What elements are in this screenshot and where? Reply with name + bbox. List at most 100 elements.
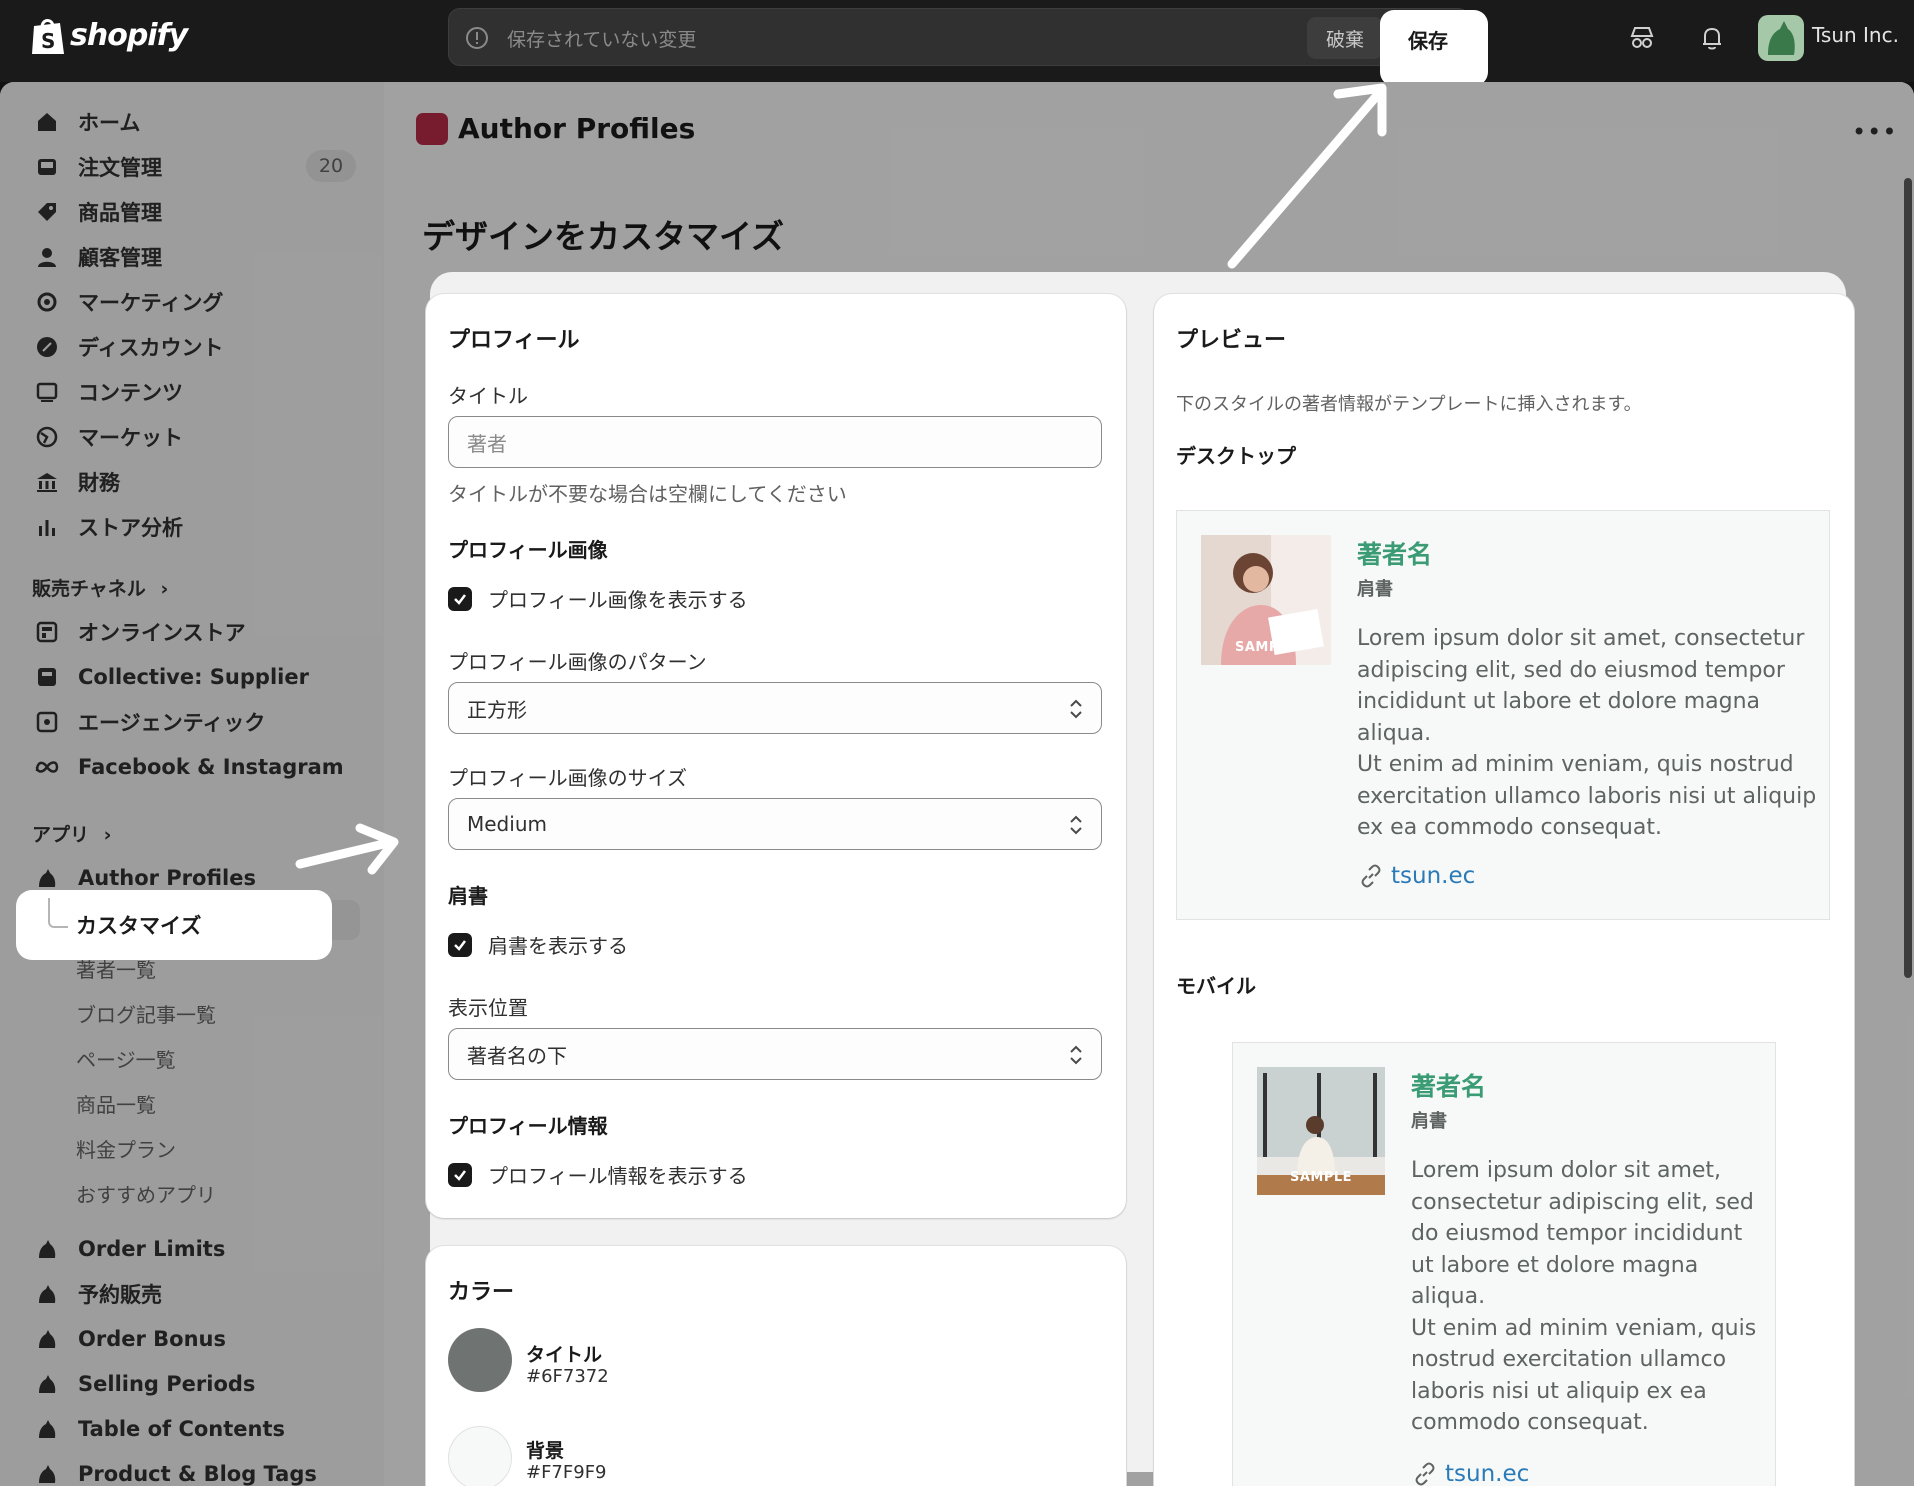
save-button[interactable]: 保存 [1390, 16, 1466, 62]
select-arrows-icon [1070, 1045, 1082, 1065]
title-input[interactable]: 著者 [448, 416, 1102, 468]
app-icon [34, 1461, 60, 1486]
sidebar-item-label: 注文管理 [78, 156, 162, 180]
link-icon [1415, 1462, 1435, 1486]
sidebar-item-label: ホーム [78, 111, 141, 135]
sidebar-subitem-pages[interactable]: ページ一覧 [76, 1044, 176, 1073]
sidebar-item-facebook-instagram[interactable]: Facebook & Instagram [34, 747, 344, 787]
chart-icon [34, 514, 60, 540]
sidebar-subitem-recommended-apps[interactable]: おすすめアプリ [76, 1179, 216, 1208]
profile-card-title: プロフィール [448, 328, 580, 353]
sidebar-item-label: Order Limits [78, 1237, 226, 1261]
store-name[interactable]: Tsun Inc. [1812, 23, 1899, 47]
sidebar-item-products[interactable]: 商品管理 [34, 192, 162, 232]
image-icon [34, 379, 60, 405]
shopify-logo[interactable]: S shopify [30, 14, 188, 56]
sidebar-item-order-limits[interactable]: Order Limits [34, 1229, 225, 1269]
sidebar-item-online-store[interactable]: オンラインストア [34, 612, 246, 652]
bio-line: Ut enim ad minim veniam, quis nostrud [1357, 752, 1794, 777]
discard-button[interactable]: 破棄 [1307, 17, 1383, 59]
scrollbar[interactable] [1904, 178, 1912, 978]
author-photo: SAMPLE [1201, 535, 1331, 665]
globe-icon [34, 424, 60, 450]
page-title: デザインをカスタマイズ [422, 217, 785, 256]
author-bio: Lorem ipsum dolor sit amet, consectetur … [1357, 623, 1817, 844]
show-profile-info-checkbox[interactable]: プロフィール情報を表示する [448, 1160, 748, 1189]
bell-icon[interactable] [1696, 22, 1728, 54]
sidebar-subitem-blog-posts[interactable]: ブログ記事一覧 [76, 999, 216, 1028]
pattern-select[interactable]: 正方形 [448, 682, 1102, 734]
sidebar-subitem-plans[interactable]: 料金プラン [76, 1134, 176, 1163]
store-avatar-icon [1768, 21, 1795, 55]
author-profiles-logo-icon [416, 112, 448, 145]
sidebar-item-analytics[interactable]: ストア分析 [34, 507, 183, 547]
customize-panel: プロフィール タイトル 著者 タイトルが不要な場合は空欄にしてください プロフィ… [426, 272, 1854, 1486]
logo-text: shopify [70, 17, 188, 53]
sidebar-item-table-of-contents[interactable]: Table of Contents [34, 1409, 285, 1449]
sidebar-item-agentic[interactable]: エージェンティック [34, 702, 265, 742]
sidebar-item-orders[interactable]: 注文管理 [34, 147, 162, 187]
author-name: 著者名 [1357, 540, 1433, 569]
sidebar-item-label: Selling Periods [78, 1372, 256, 1396]
app-icon [34, 1281, 60, 1307]
checkbox-label: プロフィール画像を表示する [488, 588, 748, 612]
inbox-icon [34, 154, 60, 180]
author-link[interactable]: tsun.ec [1413, 1461, 1529, 1486]
bio-line: commodo consequat. [1411, 1410, 1649, 1435]
app-icon [34, 1326, 60, 1352]
show-role-checkbox[interactable]: 肩書を表示する [448, 930, 628, 959]
pattern-field-label: プロフィール画像のパターン [448, 650, 707, 674]
sidebar-item-home[interactable]: ホーム [34, 102, 140, 142]
collective-icon [34, 664, 60, 690]
preview-card: プレビュー 下のスタイルの著者情報がテンプレートに挿入されます。 デスクトップ … [1154, 294, 1854, 1486]
home-icon [34, 109, 60, 135]
incognito-icon[interactable] [1626, 22, 1658, 54]
store-icon [34, 619, 60, 645]
sidebar-item-label: Product & Blog Tags [78, 1462, 317, 1486]
role-heading: 肩書 [448, 884, 488, 908]
sidebar-subitem-customize[interactable]: カスタマイズ [16, 890, 332, 960]
checkbox-label: 肩書を表示する [488, 934, 628, 958]
top-bar: S shopify 保存されていない変更 破棄 保存 Tsun Inc. [0, 0, 1914, 86]
avatar[interactable] [1758, 15, 1804, 61]
bio-line: incididunt ut labore et dolore magna [1357, 689, 1761, 714]
sidebar-item-discounts[interactable]: ディスカウント [34, 327, 224, 367]
bio-line: aliqua. [1357, 720, 1432, 746]
size-select[interactable]: Medium [448, 798, 1102, 850]
select-arrows-icon [1070, 699, 1082, 719]
checkbox-checked-icon [448, 586, 472, 611]
sidebar-item-label: マーケティング [78, 291, 224, 315]
chevron-right-icon: › [103, 824, 112, 846]
checkbox-checked-icon [448, 932, 472, 957]
sidebar-item-product-blog-tags[interactable]: Product & Blog Tags [34, 1454, 317, 1486]
bio-line: consectetur adipiscing elit, sed [1411, 1189, 1754, 1215]
bio-line: Lorem ipsum dolor sit amet, [1411, 1158, 1722, 1183]
color-card-title: カラー [448, 1280, 515, 1305]
more-actions-icon[interactable]: ••• [1852, 118, 1897, 146]
sales-channels-heading[interactable]: 販売チャネル › [32, 574, 168, 601]
sidebar-item-markets[interactable]: マーケット [34, 417, 183, 457]
sidebar-item-marketing[interactable]: マーケティング [34, 282, 223, 322]
show-profile-image-checkbox[interactable]: プロフィール画像を表示する [448, 584, 748, 613]
sidebar-item-selling-periods[interactable]: Selling Periods [34, 1364, 255, 1404]
apps-heading[interactable]: アプリ › [32, 820, 111, 847]
title-color-value: #6F7372 [526, 1366, 609, 1387]
background-color-swatch[interactable] [448, 1426, 512, 1486]
shopify-bag-icon: S [32, 19, 64, 54]
sidebar-item-finance[interactable]: 財務 [34, 462, 120, 502]
sidebar-subitem-products[interactable]: 商品一覧 [76, 1089, 156, 1118]
sidebar-item-collective[interactable]: Collective: Supplier [34, 657, 309, 697]
title-color-swatch[interactable] [448, 1328, 512, 1392]
author-photo: SAMPLE [1257, 1067, 1385, 1195]
apps-label: アプリ [32, 824, 90, 846]
sidebar-item-label: 財務 [78, 471, 120, 495]
author-link-text: tsun.ec [1445, 1461, 1530, 1486]
author-link[interactable]: tsun.ec [1359, 863, 1475, 889]
discount-icon [34, 334, 60, 360]
position-select[interactable]: 著者名の下 [448, 1028, 1102, 1080]
target-icon [34, 289, 60, 315]
sidebar-item-content[interactable]: コンテンツ [34, 372, 183, 412]
sidebar-item-order-bonus[interactable]: Order Bonus [34, 1319, 226, 1359]
sidebar-item-preorder[interactable]: 予約販売 [34, 1274, 162, 1314]
sidebar-item-customers[interactable]: 顧客管理 [34, 237, 162, 277]
